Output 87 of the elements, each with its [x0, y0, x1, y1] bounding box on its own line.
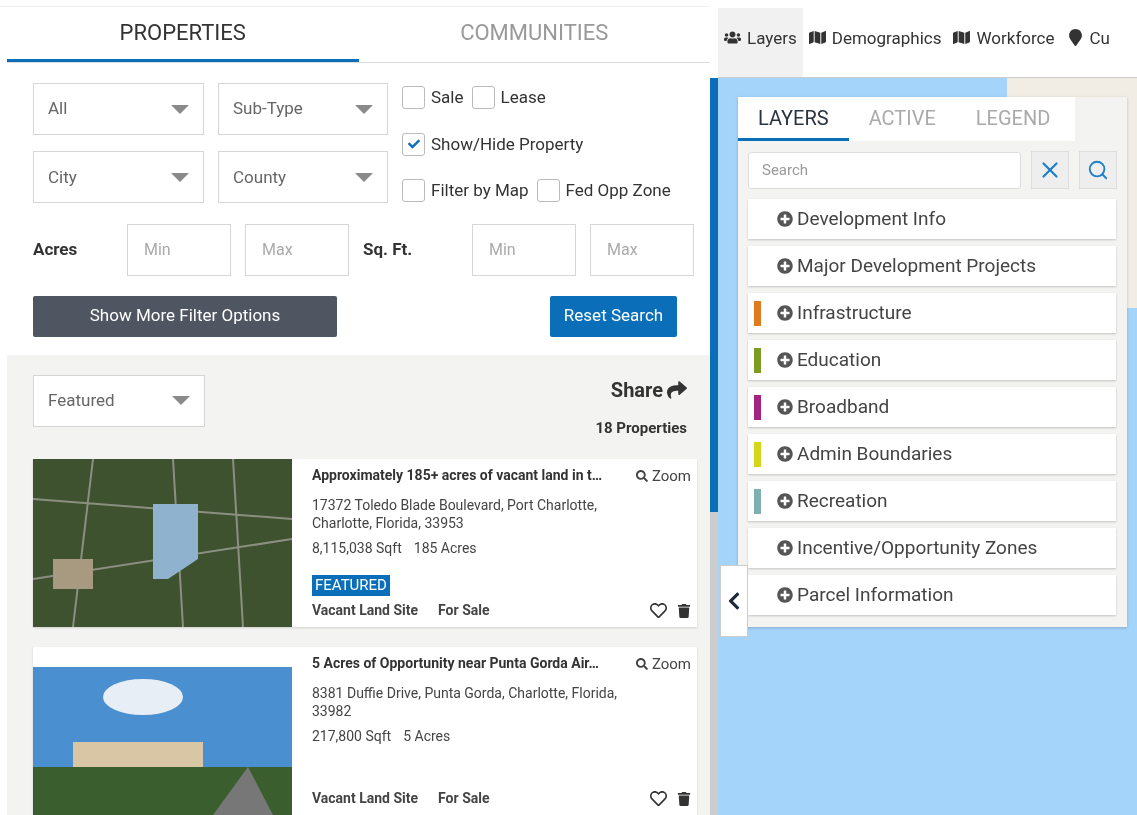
dropdown[interactable]: City [33, 151, 204, 204]
checkbox[interactable] [536, 179, 560, 203]
plus-icon [777, 211, 793, 227]
scrollbar[interactable] [710, 78, 718, 815]
layer-item[interactable]: Broadband [748, 387, 1116, 427]
property-sqft: 217,800 Sqft [312, 726, 392, 746]
caret-icon [355, 104, 373, 114]
check-icon [407, 138, 420, 151]
search-icon [635, 658, 648, 671]
checkbox-label: Lease [500, 86, 546, 109]
layer-search-field[interactable]: Search [748, 151, 1022, 189]
scrollbar-thumb[interactable] [710, 78, 718, 512]
dropdown[interactable]: Featured [33, 374, 205, 427]
plus-icon [777, 352, 793, 368]
checkbox-label: Show/Hide Property [431, 132, 584, 156]
layer-item[interactable]: Education [748, 340, 1116, 380]
zoom-button[interactable]: Zoom [635, 465, 691, 488]
property-status: For Sale [438, 789, 490, 808]
plus-icon [777, 305, 793, 321]
search-icon [1087, 159, 1110, 181]
property-title[interactable]: Approximately 185+ acres of vacant land in t… [312, 465, 603, 486]
layer-item[interactable]: Infrastructure [748, 293, 1116, 333]
property-type: Vacant Land Site [312, 601, 419, 620]
share-button[interactable]: Share [610, 374, 687, 405]
max-field[interactable]: Max [245, 223, 349, 276]
checkbox-label: Filter by Map [431, 179, 529, 202]
property-address: 17372 Toledo Blade Boulevard, Port Charlotte, Charlotte, Florida, 33953 [312, 495, 598, 532]
caret-icon [171, 104, 189, 114]
plus-icon [777, 258, 793, 274]
layer-item[interactable]: Admin Boundaries [748, 434, 1116, 474]
property-address: 8381 Duffie Drive, Punta Gorda, Charlotte, Florida, 33982 [312, 683, 619, 720]
property-title[interactable]: 5 Acres of Opportunity near Punta Gorda Air… [312, 653, 599, 674]
plus-icon [777, 587, 793, 603]
checkbox[interactable] [471, 86, 495, 110]
clear-button[interactable] [1031, 151, 1070, 189]
plus-icon [777, 493, 793, 509]
caret-icon [355, 172, 373, 182]
search-button[interactable] [1079, 151, 1117, 189]
dropdown[interactable]: All [33, 83, 204, 135]
property-status: For Sale [438, 601, 490, 620]
zoom-button[interactable]: Zoom [635, 653, 691, 676]
collapse-panel-button[interactable] [720, 565, 748, 637]
checkbox[interactable] [402, 179, 425, 203]
map-tab[interactable]: Layers [718, 8, 803, 77]
layer-item[interactable]: Incentive/Opportunity Zones [748, 528, 1116, 568]
dropdown[interactable]: Sub-Type [218, 83, 388, 135]
reset-search-button[interactable]: Reset Search [550, 295, 677, 337]
trash-icon[interactable] [677, 791, 691, 806]
trash-icon[interactable] [677, 603, 691, 618]
share-arrow-icon [667, 379, 687, 400]
heart-icon[interactable] [650, 602, 667, 619]
show-more-filters-button[interactable]: Show More Filter Options [33, 295, 337, 337]
property-sqft: 8,115,038 Sqft [312, 538, 402, 558]
search-icon [635, 470, 648, 483]
max-field[interactable]: Max [590, 223, 694, 276]
tab[interactable]: PROPERTIES [7, 6, 359, 62]
featured-badge: FEATURED [312, 575, 390, 596]
property-card[interactable]: 5 Acres of Opportunity near Punta Gorda Air… Zoom 8381 Duffie Drive, Punta Gorda, Charlotte, Florida, 33982 217,800 Sqft 5 Acres Vacant Land Site For Sale [33, 647, 697, 815]
caret-icon [171, 172, 189, 182]
layer-item[interactable]: Parcel Information [748, 575, 1116, 615]
checkbox-label: Sale [431, 86, 464, 109]
map-icon [953, 29, 971, 46]
checkbox-label: Fed Opp Zone [565, 179, 671, 202]
range-label: Sq. Ft. [363, 237, 414, 261]
pin-icon [1066, 29, 1084, 46]
caret-icon [172, 396, 190, 405]
plus-icon [777, 540, 793, 556]
layers-tab[interactable]: LAYERS [738, 97, 849, 141]
min-field[interactable]: Min [472, 223, 576, 276]
property-acres: 5 Acres [403, 726, 451, 746]
range-label: Acres [33, 237, 79, 261]
property-acres: 185 Acres [413, 538, 477, 558]
layer-item[interactable]: Development Info [748, 199, 1116, 239]
users-icon [724, 29, 741, 46]
heart-icon[interactable] [650, 790, 667, 807]
plus-icon [777, 399, 793, 415]
property-card[interactable]: Approximately 185+ acres of vacant land in t… Zoom 17372 Toledo Blade Boulevard, Port Charlotte, Charlotte, Florida, 33953 8,115,038 Sqft 185 Acres FEATURED Vacant Land Site For Sale [33, 459, 697, 627]
map-icon [808, 29, 826, 46]
min-field[interactable]: Min [127, 223, 231, 276]
layer-item[interactable]: Major Development Projects [748, 246, 1116, 286]
dropdown[interactable]: County [218, 151, 388, 204]
plus-icon [777, 446, 793, 462]
checkbox[interactable] [402, 86, 425, 110]
property-type: Vacant Land Site [312, 789, 419, 808]
layer-item[interactable]: Recreation [748, 481, 1116, 521]
checkbox[interactable] [402, 132, 425, 156]
property-count: 18 Properties [595, 417, 687, 439]
